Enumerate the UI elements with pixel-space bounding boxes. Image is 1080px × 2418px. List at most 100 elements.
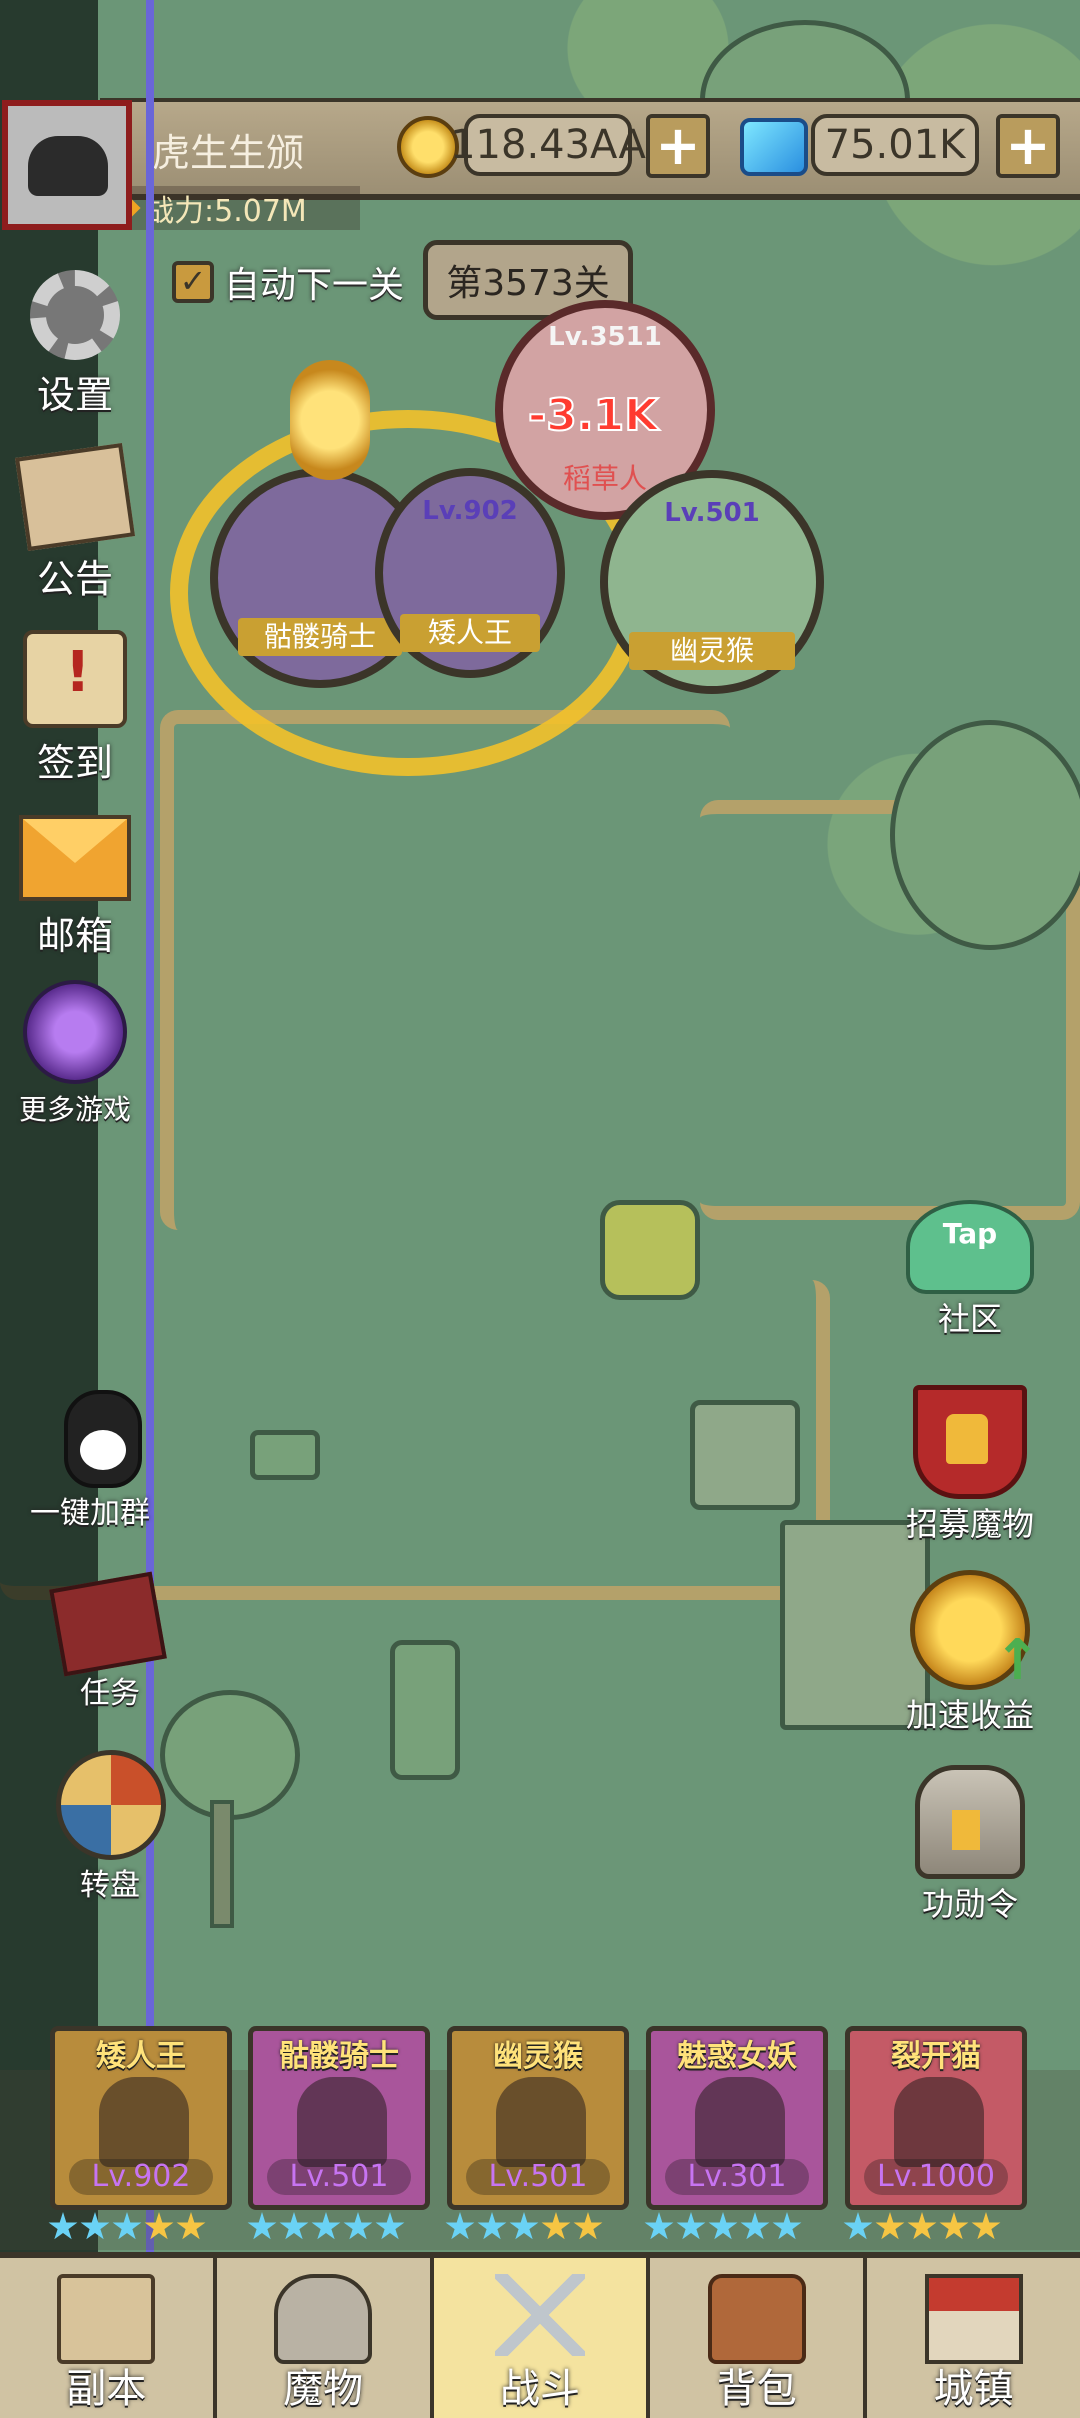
tab-town[interactable]: 城镇 [867,2258,1080,2418]
team-card-level: Lv.501 [267,2159,411,2195]
team-card[interactable]: 魅惑女妖 Lv.301 [646,2026,828,2210]
merit-order-label: 功勋令 [921,1885,1018,1923]
battle-swords-icon [494,2274,585,2356]
combat-power: 战力:5.07M [100,186,360,230]
auto-next-label: 自动下一关 [224,265,405,306]
map-road [160,710,730,1230]
monster-icon [274,2274,373,2364]
battle-unit[interactable]: Lv.902 矮人王 [375,468,565,678]
notice-icon [14,442,136,552]
star-icon [573,2212,603,2240]
team-card-stars [247,2212,405,2242]
star-icon [445,2212,475,2240]
map-tree-trunk [210,1800,234,1928]
combat-power-value: 战力:5.07M [144,194,307,229]
mailbox-label: 邮箱 [36,914,113,958]
town-icon [924,2274,1023,2364]
join-group-button[interactable]: 一键加群 [30,1390,190,1532]
settings-label: 设置 [36,373,113,417]
notice-button[interactable]: 公告 [0,442,150,603]
tab-dungeon[interactable]: 副本 [0,2258,217,2418]
star-icon [477,2212,507,2240]
tab-monsters[interactable]: 魔物 [217,2258,434,2418]
book-icon [49,1571,167,1677]
recruit-monster-label: 招募魔物 [905,1505,1034,1543]
unit-level: Lv.501 [664,498,760,528]
star-icon [772,2212,802,2240]
star-icon [843,2212,873,2240]
more-games-button[interactable]: 更多游戏 [0,980,150,1128]
mailbox-button[interactable]: 邮箱 [0,815,150,960]
add-gems-button[interactable]: + [996,114,1060,178]
team-card-name: 矮人王 [96,2039,186,2074]
tab-battle[interactable]: 战斗 [433,2258,651,2418]
quest-label: 任务 [80,1676,140,1711]
team-card-level: Lv.501 [466,2159,610,2195]
star-icon [939,2212,969,2240]
team-card[interactable]: 裂开猫 Lv.1000 [845,2026,1027,2210]
team-card[interactable]: 幽灵猴 Lv.501 [447,2026,629,2210]
star-icon [740,2212,770,2240]
team-card[interactable]: 骷髅骑士 Lv.501 [248,2026,430,2210]
auto-next-checkbox[interactable]: ✓ [172,261,214,303]
top-resource-bar: 虎生生颁 118.43AA + 75.01K + [100,98,1080,200]
team-card-stars [445,2212,603,2242]
community-button[interactable]: Tap 社区 [885,1200,1055,1340]
monster-portrait [496,2077,586,2167]
map-icon [57,2274,156,2364]
team-card-level: Lv.902 [69,2159,213,2195]
tab-label: 副本 [66,2366,147,2412]
star-icon [676,2212,706,2240]
team-card-stars [48,2212,206,2242]
unit-name: 矮人王 [400,614,540,652]
merit-order-button[interactable]: 功勋令 [885,1765,1055,1925]
join-group-label: 一键加群 [30,1496,150,1531]
map-house [690,1400,800,1510]
settings-button[interactable]: 设置 [0,270,150,419]
wheel-icon [56,1750,166,1860]
tab-label: 背包 [716,2366,797,2412]
battle-unit[interactable]: Lv.501 幽灵猴 [600,470,824,694]
team-card[interactable]: 矮人王 Lv.902 [50,2026,232,2210]
mail-icon [19,815,131,901]
checkin-button[interactable]: 签到 [0,630,150,787]
backpack-icon [707,2274,806,2364]
team-card-stars [644,2212,802,2242]
wheel-label: 转盘 [80,1868,140,1903]
map-crystal [600,1200,700,1300]
enemy-level: Lv.3511 [548,322,662,352]
recruit-monster-button[interactable]: 招募魔物 [885,1385,1055,1545]
tab-backpack[interactable]: 背包 [650,2258,868,2418]
boost-income-label: 加速收益 [905,1696,1034,1734]
monster-portrait [99,2077,189,2167]
team-card-name: 裂开猫 [891,2039,981,2074]
star-icon [176,2212,206,2240]
star-icon [541,2212,571,2240]
player-avatar[interactable] [2,100,132,230]
tab-label: 战斗 [499,2366,580,2412]
add-coins-button[interactable]: + [646,114,710,178]
qq-penguin-icon [64,1390,142,1488]
boost-income-button[interactable]: 加速收益 [885,1570,1055,1736]
scroll-icon [23,630,127,728]
coin-stack-icon [290,360,370,480]
more-games-icon [23,980,127,1084]
checkin-label: 签到 [36,741,113,785]
map-tree [250,1430,320,1480]
star-icon [112,2212,142,2240]
wheel-button[interactable]: 转盘 [0,1750,166,1904]
team-card-name: 骷髅骑士 [279,2039,399,2074]
auto-next-toggle[interactable]: ✓ 自动下一关 [172,256,404,308]
team-card-stars [843,2212,1001,2242]
monster-portrait [297,2077,387,2167]
coin-balance: 118.43AA [450,114,646,176]
quest-button[interactable]: 任务 [0,1571,167,1712]
gem-balance: 75.01K [811,114,979,176]
map-tree [890,720,1080,950]
monster-portrait [894,2077,984,2167]
team-card-level: Lv.301 [665,2159,809,2195]
star-icon [144,2212,174,2240]
tap-community-icon: Tap [906,1200,1034,1294]
helmet-icon [915,1765,1025,1879]
star-icon [311,2212,341,2240]
